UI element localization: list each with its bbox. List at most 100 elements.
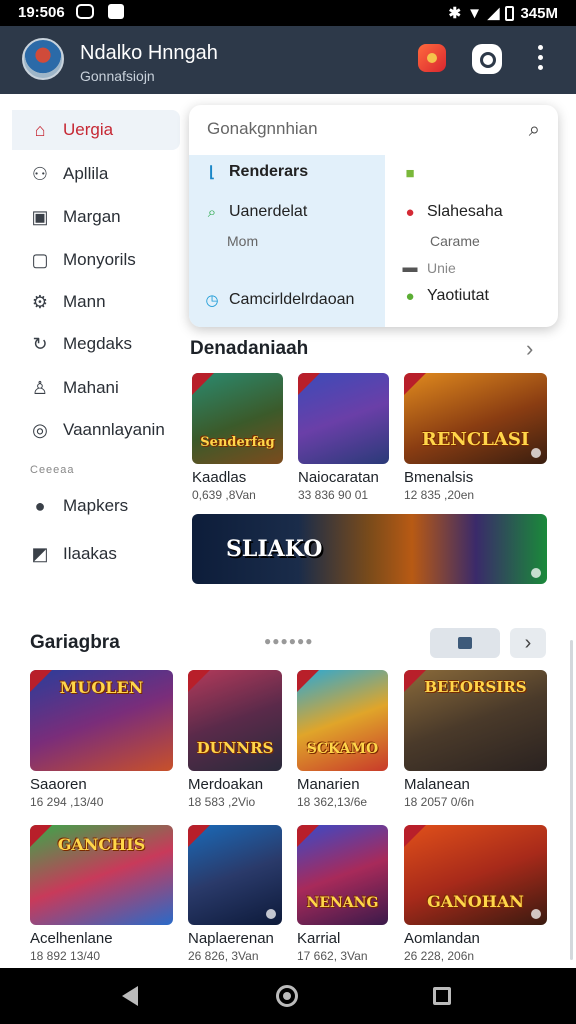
badge-icon <box>297 825 319 847</box>
pin-icon: ● <box>405 203 415 221</box>
game-app-icon[interactable] <box>418 44 446 72</box>
search-dropdown: Gonakgnnhian ⌕ ⌊ Renderars ⌕ Uanerdelat … <box>189 105 558 327</box>
suggestion-item[interactable]: ◷ Camcirldelrdaoan <box>203 291 354 309</box>
sidebar-item-settings[interactable]: ⚙ Mann <box>12 282 180 322</box>
game-stat: 26 826, 3Van <box>188 949 259 963</box>
game-tile[interactable]: NENANG <box>297 825 388 925</box>
featured-title: Denadaniaah <box>190 338 309 359</box>
scrollbar[interactable] <box>570 640 573 960</box>
search-input[interactable]: Gonakgnnhian <box>207 119 318 139</box>
game-name[interactable]: Acelhenlane <box>30 930 113 947</box>
bluetooth-icon: ✱ <box>448 5 462 22</box>
notification-icon <box>76 4 94 19</box>
game-tile[interactable]: GANCHIS <box>30 825 173 925</box>
sidebar-item-home[interactable]: ⌂ Uergia <box>12 110 180 150</box>
suggestion-label: Yaotiutat <box>427 287 489 304</box>
signal-icon: ◢ <box>487 5 500 22</box>
game-tile[interactable]: MUOLEN <box>30 670 173 771</box>
suggestion-item[interactable]: ■ <box>401 165 427 182</box>
game-name[interactable]: Bmenalsis <box>404 469 473 486</box>
info-icon <box>531 448 541 458</box>
people-icon: ⚇ <box>31 163 49 184</box>
game-name[interactable]: Manarien <box>297 776 360 793</box>
game-tile[interactable]: RENCLASI <box>404 373 547 464</box>
folder-icon: ▬ <box>402 259 418 276</box>
badge-icon <box>298 373 320 395</box>
suggestion-label: Renderars <box>229 163 309 180</box>
next-page-button[interactable]: › <box>510 628 546 658</box>
suggestion-item[interactable]: ▬ Unie <box>401 259 456 276</box>
game-tile[interactable]: GANOHAN <box>404 825 547 925</box>
game-tile[interactable]: BEEORSIRS <box>404 670 547 771</box>
game-stat: 17 662, 3Van <box>297 949 368 963</box>
game-name[interactable]: Naplaerenan <box>188 930 274 947</box>
sidebar-item-label: Mahani <box>63 378 119 397</box>
game-stat: 18 2057 0/6n <box>404 795 475 809</box>
sidebar-item-updates[interactable]: ↻ Megdaks <box>12 324 180 364</box>
sidebar-item-label: Mapkers <box>63 496 129 515</box>
sidebar-item-apps[interactable]: ⚇ Apllila <box>12 154 180 194</box>
filter-button[interactable] <box>430 628 500 658</box>
compass-icon: ● <box>34 495 46 516</box>
recents-icon[interactable] <box>433 987 451 1005</box>
suggestion-label: Uanerdelat <box>229 203 308 220</box>
game-name[interactable]: Kaadlas <box>192 469 246 486</box>
system-nav-bar <box>0 968 576 1024</box>
sidebar-item-label: Megdaks <box>63 334 132 353</box>
game-name[interactable]: Karrial <box>297 930 340 947</box>
chart-icon: ◩ <box>31 543 49 564</box>
search-icon[interactable]: ⌕ <box>529 119 540 142</box>
corner-icon: ⌊ <box>209 164 215 181</box>
category-title: Gariagbra <box>30 632 120 653</box>
banner-title: SLIAKO <box>226 536 323 562</box>
game-art-title: Senderfag <box>200 435 275 450</box>
green-square-icon: ■ <box>405 165 415 182</box>
suggestion-label: Camcirldelrdaoan <box>229 291 355 308</box>
game-tile[interactable] <box>298 373 389 464</box>
more-options-icon[interactable] <box>530 40 550 76</box>
game-art-title: DUNNRS <box>196 739 274 757</box>
page-dots: ●●●●●● <box>264 634 314 648</box>
chevron-right-icon[interactable]: › <box>526 336 533 362</box>
suggestion-sub: Unie <box>427 259 456 276</box>
sidebar-item-label: Ilaakas <box>63 544 117 563</box>
game-stat: 33 836 90 01 <box>298 488 369 502</box>
wifi-icon: ▼ <box>467 4 482 22</box>
game-name[interactable]: Aomlandan <box>404 930 480 947</box>
suggestion-item[interactable]: ⌊ Renderars <box>203 163 308 181</box>
sidebar: ⌂ Uergia ⚇ Apllila ▣ Margan ▢ Monyorils … <box>0 98 184 578</box>
suggestion-item[interactable]: ● Slahesaha <box>401 203 502 221</box>
game-tile[interactable] <box>188 825 282 925</box>
suggestion-item[interactable]: ⌕ Uanerdelat <box>203 203 307 221</box>
game-stat: 12 835 ,20en <box>404 488 475 502</box>
banner-tile[interactable]: SLIAKO <box>192 514 547 584</box>
sidebar-item-profile[interactable]: ♙ Mahani <box>12 368 180 408</box>
app-bar: Ndalko Hnngah Gonnafsiojn <box>0 26 576 94</box>
sidebar-item-target[interactable]: ◎ Vaannlayanin <box>12 410 180 450</box>
sidebar-item-stats[interactable]: ◩ Ilaakas <box>12 534 180 574</box>
game-stat: 16 294 ,13/40 <box>30 795 104 809</box>
game-tile[interactable]: SCKAMO <box>297 670 388 771</box>
game-name[interactable]: Naiocaratan <box>298 469 379 486</box>
info-box-icon: ▢ <box>31 249 49 270</box>
sidebar-item-info[interactable]: ▢ Monyorils <box>12 240 180 280</box>
status-time: 19:506 <box>18 4 65 21</box>
game-stat: 0,639 ,8Van <box>192 488 256 502</box>
sidebar-section-label: Ceeeaa <box>30 464 75 476</box>
back-icon[interactable] <box>122 986 138 1006</box>
avatar[interactable] <box>22 38 64 80</box>
camera-icon[interactable] <box>472 44 502 74</box>
sidebar-item-maps[interactable]: ● Mapkers <box>12 486 180 526</box>
battery-icon <box>505 5 515 21</box>
game-tile[interactable]: DUNNRS <box>188 670 282 771</box>
calendar-icon: ▣ <box>31 206 49 227</box>
game-name[interactable]: Saaoren <box>30 776 87 793</box>
sidebar-item-calendar[interactable]: ▣ Margan <box>12 197 180 237</box>
game-name[interactable]: Malanean <box>404 776 470 793</box>
suggestion-item[interactable]: ● Yaotiutat <box>401 287 489 305</box>
info-icon <box>531 909 541 919</box>
leaf-icon: ● <box>405 287 415 305</box>
home-button-icon[interactable] <box>276 985 298 1007</box>
game-tile[interactable]: Senderfag <box>192 373 283 464</box>
game-name[interactable]: Merdoakan <box>188 776 263 793</box>
